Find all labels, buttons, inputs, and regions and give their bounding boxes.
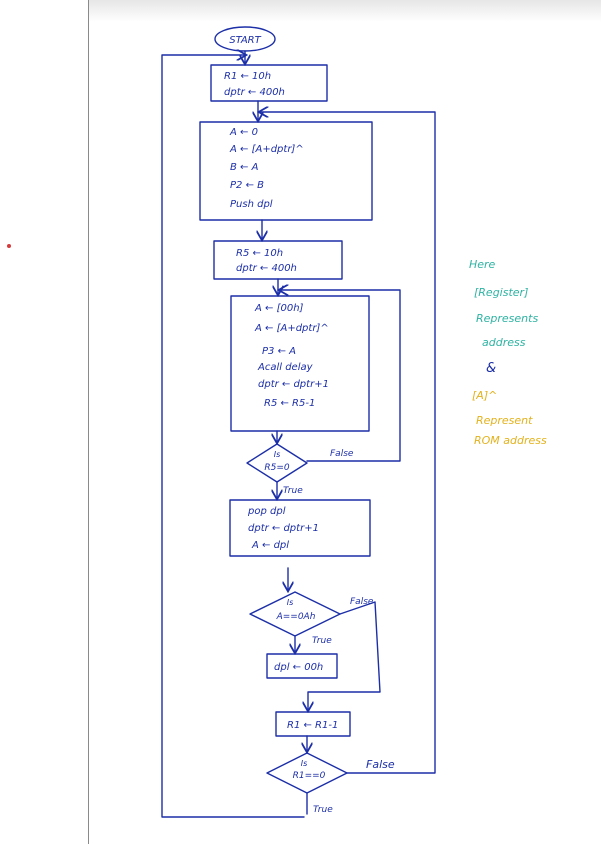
block5-line-1: pop dpl xyxy=(247,506,286,517)
init-line-1: R1 ← 10h xyxy=(224,71,271,82)
decision-r1-true: True xyxy=(313,805,333,815)
decision-a-false-line xyxy=(308,601,381,710)
decision-r1-is: Is xyxy=(301,759,308,768)
note-yellow-1: [A]^ xyxy=(472,389,497,402)
flowchart-canvas: START R1 ← 10h dptr ← 400h A ← 0 A ← [A+… xyxy=(161,26,547,818)
block7-line: R1 ← R1-1 xyxy=(287,720,338,731)
note-green-3: Represents xyxy=(476,312,538,325)
start-label: START xyxy=(229,35,261,46)
note-green-2: [Register] xyxy=(474,286,528,299)
note-yellow-2: Represent xyxy=(476,414,533,427)
block5-line-2: dptr ← dptr+1 xyxy=(248,523,319,534)
block4-line-1: A ← [00h] xyxy=(254,303,304,314)
block4-line-4: Acall delay xyxy=(257,362,314,373)
note-amp: & xyxy=(486,361,496,376)
block4-line-5: dptr ← dptr+1 xyxy=(258,379,329,390)
block5-line-3: A ← dpl xyxy=(251,540,289,551)
decision-a-false: False xyxy=(350,597,374,607)
decision-a-is: Is xyxy=(287,598,294,607)
block3-line-1: R5 ← 10h xyxy=(236,248,283,259)
block2-line-3: B ← A xyxy=(230,162,259,173)
note-yellow-3: ROM address xyxy=(474,434,547,447)
decision-r5-true: True xyxy=(283,486,303,496)
decision-r1-false: False xyxy=(366,758,395,771)
decision-r5-false: False xyxy=(330,449,354,459)
note-green-4: address xyxy=(482,336,526,349)
loop-r1-line xyxy=(260,112,436,774)
decision-a-true: True xyxy=(312,636,332,646)
block2-line-4: P2 ← B xyxy=(230,180,264,191)
decision-r1-cond: R1==0 xyxy=(293,771,326,781)
decision-a-cond: A==0Ah xyxy=(276,612,316,622)
note-green-1: Here xyxy=(469,258,496,271)
block4-line-2: A ← [A+dptr]^ xyxy=(254,323,329,334)
block2 xyxy=(199,121,373,221)
block2-line-1: A ← 0 xyxy=(229,127,258,138)
decision-r5-is: Is xyxy=(274,450,281,459)
loop-r5-line xyxy=(280,290,401,462)
block3-line-2: dptr ← 400h xyxy=(236,263,297,274)
block6-line: dpl ← 00h xyxy=(274,662,323,673)
init-line-2: dptr ← 400h xyxy=(224,87,285,98)
block2-line-2: A ← [A+dptr]^ xyxy=(229,144,304,155)
block2-line-5: Push dpl xyxy=(230,199,273,210)
block4-line-6: R5 ← R5-1 xyxy=(264,398,315,409)
block4-line-3: P3 ← A xyxy=(262,346,296,357)
decision-r5-cond: R5=0 xyxy=(264,463,290,473)
